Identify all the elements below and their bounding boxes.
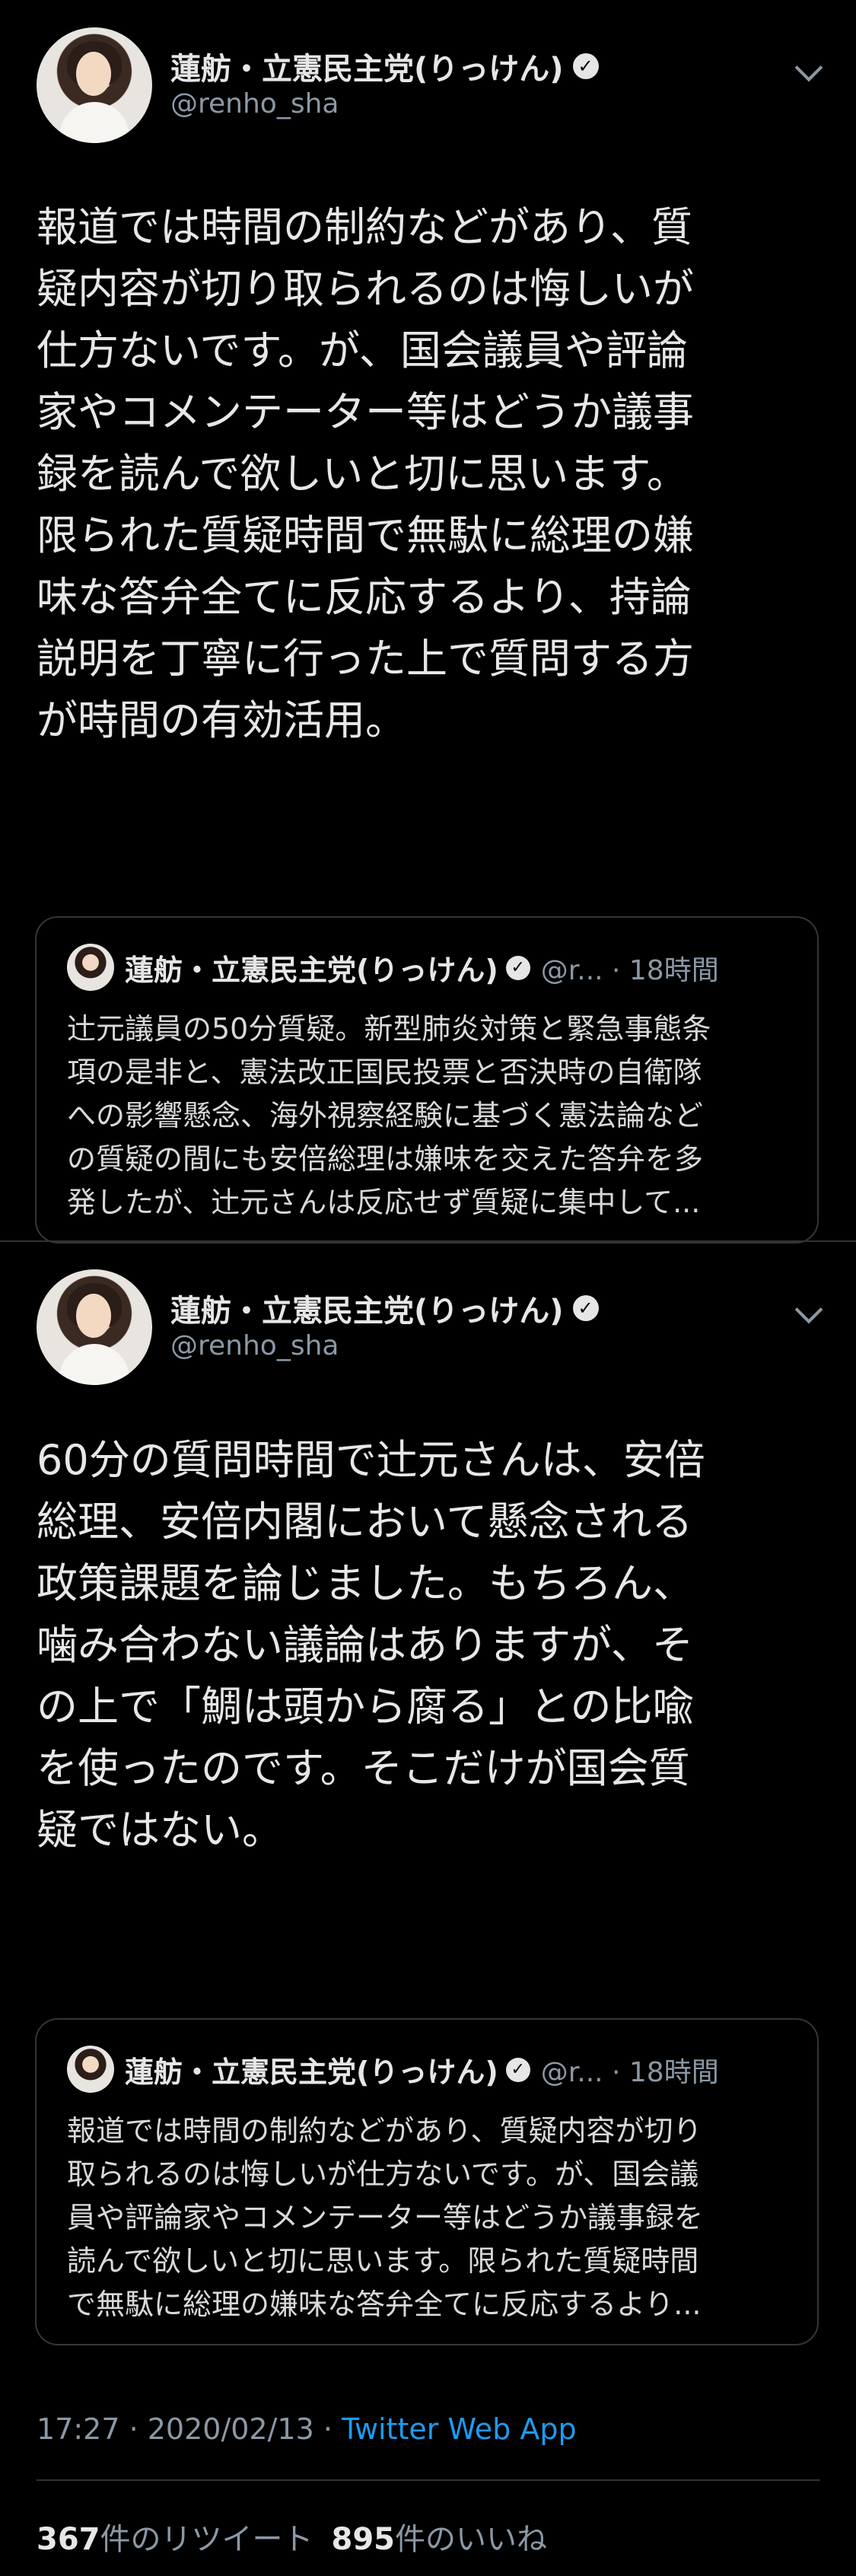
quoted-author-row: 蓮舫・立憲民主党(りっけん) ✓ @r... · 18時間 bbox=[125, 2049, 719, 2090]
quoted-tweet-text: 報道では時間の制約などがあり、質疑内容が切り 取られるのは悔しいが仕方ないです。… bbox=[67, 2114, 704, 2321]
author-name-row[interactable]: 蓮舫・立憲民主党(りっけん) ✓ bbox=[170, 44, 599, 88]
quoted-tweet[interactable]: 蓮舫・立憲民主党(りっけん) ✓ @r... · 18時間 報道では時間の制約な… bbox=[35, 2018, 819, 2345]
verified-badge-icon: ✓ bbox=[505, 2057, 530, 2082]
author-name-row[interactable]: 蓮舫・立憲民主党(りっけん) ✓ bbox=[170, 1286, 599, 1330]
author-avatar[interactable] bbox=[37, 1269, 152, 1385]
author-avatar[interactable] bbox=[37, 27, 152, 143]
likes-count[interactable]: 895 bbox=[332, 2522, 396, 2557]
tweet-1[interactable]: 蓮舫・立憲民主党(りっけん) ✓ @renho_sha 報道では時間の制約などが… bbox=[0, 0, 856, 1243]
chevron-down-icon[interactable] bbox=[794, 1295, 823, 1324]
quoted-handle-time: @r... · 18時間 bbox=[540, 954, 719, 986]
tweet-2[interactable]: 蓮舫・立憲民主党(りっけん) ✓ @renho_sha 60分の質問時間で辻元さ… bbox=[0, 1242, 856, 2576]
quoted-author-row: 蓮舫・立憲民主党(りっけん) ✓ @r... · 18時間 bbox=[125, 947, 719, 989]
tweet-timestamp: 17:27 · 2020/02/13 · bbox=[37, 2412, 342, 2446]
author-handle[interactable]: @renho_sha bbox=[170, 88, 339, 119]
verified-badge-icon: ✓ bbox=[572, 53, 599, 79]
engagement-stats: 367件のリツイート 895件のいいね bbox=[37, 2514, 547, 2558]
source-app-link[interactable]: Twitter Web App bbox=[342, 2412, 577, 2446]
quoted-handle-time: @r... · 18時間 bbox=[540, 2056, 719, 2088]
retweets-label[interactable]: 件のリツイート bbox=[100, 2522, 313, 2557]
author-name: 蓮舫・立憲民主党(りっけん) bbox=[170, 52, 564, 87]
quoted-author-avatar bbox=[67, 944, 114, 991]
quoted-author-name: 蓮舫・立憲民主党(りっけん) bbox=[125, 954, 498, 987]
retweets-count[interactable]: 367 bbox=[37, 2522, 100, 2557]
tweet-meta: 17:27 · 2020/02/13 · Twitter Web App bbox=[37, 2412, 577, 2446]
verified-badge-icon: ✓ bbox=[505, 955, 530, 980]
stats-divider bbox=[37, 2479, 820, 2481]
quoted-tweet-text: 辻元議員の50分質疑。新型肺炎対策と緊急事態条 項の是非と、憲法改正国民投票と否… bbox=[67, 1012, 711, 1219]
author-name: 蓮舫・立憲民主党(りっけん) bbox=[170, 1294, 564, 1329]
quoted-tweet[interactable]: 蓮舫・立憲民主党(りっけん) ✓ @r... · 18時間 辻元議員の50分質疑… bbox=[35, 916, 819, 1243]
chevron-down-icon[interactable] bbox=[794, 53, 823, 82]
quoted-author-avatar bbox=[67, 2046, 114, 2093]
tweet-body: 60分の質問時間で辻元さんは、安倍 総理、安倍内閣において懸念される 政策課題を… bbox=[37, 1436, 705, 1854]
author-handle[interactable]: @renho_sha bbox=[170, 1330, 339, 1361]
tweet-body: 報道では時間の制約などがあり、質 疑内容が切り取られるのは悔しいが 仕方ないです… bbox=[37, 203, 694, 744]
likes-label[interactable]: 件のいいね bbox=[395, 2522, 547, 2557]
verified-badge-icon: ✓ bbox=[572, 1295, 599, 1321]
quoted-author-name: 蓮舫・立憲民主党(りっけん) bbox=[125, 2055, 498, 2089]
